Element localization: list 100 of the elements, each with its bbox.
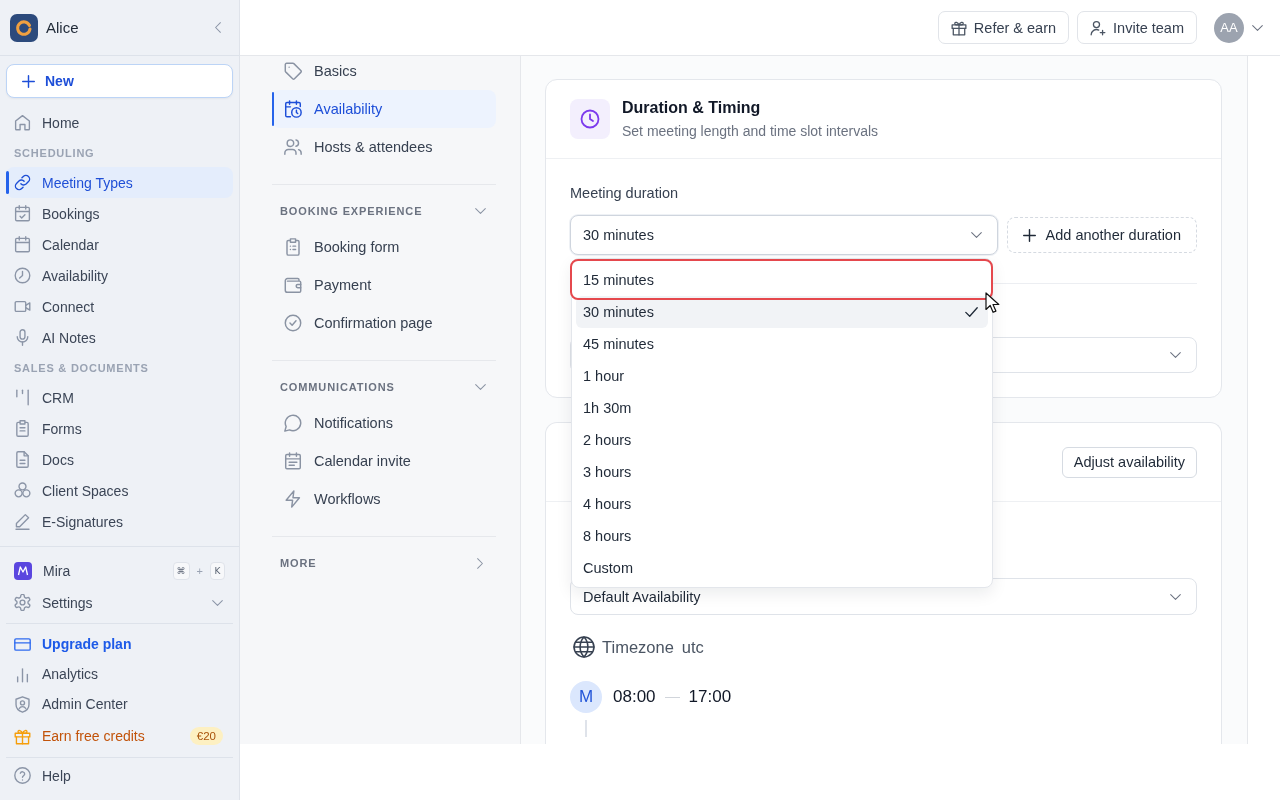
nav-item[interactable]: Availability bbox=[6, 260, 233, 291]
card-title: Duration & Timing bbox=[622, 98, 761, 118]
nav-item[interactable]: Forms bbox=[6, 413, 233, 444]
calendar-clock-icon bbox=[284, 100, 302, 118]
start-time: 08:00 bbox=[613, 687, 656, 707]
settings-item[interactable]: Settings bbox=[6, 586, 233, 619]
clock-icon bbox=[570, 99, 610, 139]
dropdown-option[interactable]: 1h 30m bbox=[576, 392, 988, 424]
timeline-connector bbox=[585, 720, 587, 737]
calendar-check-icon bbox=[14, 205, 31, 222]
nav-item[interactable]: Client Spaces bbox=[6, 475, 233, 506]
help-icon bbox=[14, 767, 31, 784]
pen-icon bbox=[14, 513, 31, 530]
columns-icon bbox=[14, 389, 31, 406]
chevron-down-icon bbox=[475, 208, 486, 214]
nav-item[interactable]: Bookings bbox=[6, 198, 233, 229]
adjust-availability-button[interactable]: Adjust availability bbox=[1061, 446, 1197, 478]
section-label: SALES & DOCUMENTS bbox=[14, 361, 149, 375]
link-icon bbox=[14, 174, 31, 191]
nav-item[interactable]: Connect bbox=[6, 291, 233, 322]
section-header[interactable]: COMMUNICATIONS bbox=[272, 375, 496, 399]
chevron-down-icon bbox=[1170, 352, 1181, 358]
dropdown-option[interactable]: 45 minutes bbox=[576, 328, 988, 360]
calendar-icon bbox=[14, 236, 31, 253]
nav-item[interactable]: Notifications bbox=[272, 404, 496, 442]
nav-item[interactable]: Home bbox=[6, 107, 233, 138]
nav-item[interactable]: Upgrade plan bbox=[6, 629, 233, 659]
dropdown-option[interactable]: 30 minutes bbox=[576, 296, 988, 328]
nav-item[interactable]: Workflows bbox=[272, 480, 496, 518]
calendar-icon bbox=[284, 452, 302, 470]
credit-badge: €20 bbox=[189, 727, 223, 745]
nav-item[interactable]: Admin Center bbox=[6, 689, 233, 719]
nav-item[interactable]: Basics bbox=[272, 56, 496, 90]
plus-icon bbox=[22, 74, 35, 88]
nav-item[interactable]: Availability bbox=[272, 90, 496, 128]
section-header[interactable]: BOOKING EXPERIENCE bbox=[272, 199, 496, 223]
chevron-down-icon bbox=[212, 599, 223, 606]
field-label: Meeting duration bbox=[570, 184, 678, 203]
plus-icon bbox=[1022, 228, 1036, 242]
duration-select[interactable]: 30 minutes bbox=[570, 215, 998, 255]
clipboard-icon bbox=[14, 420, 31, 437]
shortcut-key: ⌘ bbox=[172, 561, 190, 580]
timezone-label: Timezone bbox=[602, 637, 674, 657]
nav-item[interactable]: Earn free credits €20 bbox=[6, 721, 233, 751]
chevron-down-icon[interactable] bbox=[1252, 24, 1263, 31]
bar-chart-icon bbox=[14, 665, 31, 683]
invite-team-button[interactable]: Invite team bbox=[1077, 11, 1197, 44]
video-camera-icon bbox=[14, 298, 31, 315]
dropdown-option[interactable]: 1 hour bbox=[576, 360, 988, 392]
nav-item[interactable]: AI Notes bbox=[6, 322, 233, 353]
shortcut-key: K bbox=[210, 561, 225, 580]
help-item[interactable]: Help bbox=[6, 760, 233, 791]
section-header[interactable]: MORE bbox=[272, 551, 496, 575]
document-icon bbox=[14, 451, 31, 468]
day-badge: M bbox=[570, 681, 602, 713]
settings-icon bbox=[14, 594, 31, 611]
chevron-left-icon[interactable] bbox=[215, 22, 221, 33]
key-separator: + bbox=[196, 564, 203, 577]
circles-icon bbox=[14, 482, 31, 499]
nav-item[interactable]: Calendar bbox=[6, 229, 233, 260]
globe-icon bbox=[573, 636, 595, 658]
lightning-icon bbox=[284, 490, 302, 508]
end-time: 17:00 bbox=[688, 687, 732, 707]
dropdown-option[interactable]: 4 hours bbox=[576, 488, 988, 520]
gift-icon bbox=[14, 727, 31, 745]
nav-item[interactable]: Meeting Types bbox=[6, 167, 233, 198]
refer-earn-button[interactable]: Refer & earn bbox=[937, 11, 1070, 44]
clipboard-list-icon bbox=[284, 238, 302, 256]
nav-item[interactable]: Calendar invite bbox=[272, 442, 496, 480]
dropdown-option[interactable]: 15 minutes bbox=[570, 259, 993, 300]
timezone-value: utc bbox=[681, 637, 704, 657]
users-icon bbox=[284, 138, 302, 156]
nav-item[interactable]: Payment bbox=[272, 266, 496, 304]
nav-item[interactable]: E-Signatures bbox=[6, 506, 233, 537]
new-button[interactable]: New bbox=[6, 64, 233, 98]
section-label: SCHEDULING bbox=[14, 146, 95, 160]
add-duration-button[interactable]: Add another duration bbox=[1006, 217, 1197, 253]
assistant-item[interactable]: Mira ⌘ + K bbox=[6, 555, 233, 586]
chevron-down-icon bbox=[1170, 593, 1181, 600]
dropdown-option[interactable]: 3 hours bbox=[576, 456, 988, 488]
wallet-icon bbox=[284, 276, 302, 294]
nav-item[interactable]: CRM bbox=[6, 382, 233, 413]
nav-item[interactable]: Analytics bbox=[6, 659, 233, 689]
workspace-logo-icon bbox=[10, 13, 38, 42]
chevron-down-icon bbox=[970, 232, 982, 238]
nav-item[interactable]: Docs bbox=[6, 444, 233, 475]
home-icon bbox=[14, 114, 31, 131]
card-subtitle: Set meeting length and time slot intervals bbox=[622, 122, 879, 140]
workspace-name: Alice bbox=[46, 19, 80, 36]
nav-item[interactable]: Booking form bbox=[272, 228, 496, 266]
dropdown-option[interactable]: 2 hours bbox=[576, 424, 988, 456]
chevron-right-icon bbox=[477, 557, 483, 569]
assistant-logo-icon bbox=[14, 561, 32, 580]
credit-card-icon bbox=[14, 635, 31, 653]
nav-item[interactable]: Hosts & attendees bbox=[272, 128, 496, 166]
shield-user-icon bbox=[14, 695, 31, 713]
chat-bubble-icon bbox=[284, 414, 302, 432]
nav-item[interactable]: Confirmation page bbox=[272, 304, 496, 342]
dropdown-option[interactable]: 8 hours bbox=[576, 520, 988, 552]
clock-icon bbox=[14, 267, 31, 284]
